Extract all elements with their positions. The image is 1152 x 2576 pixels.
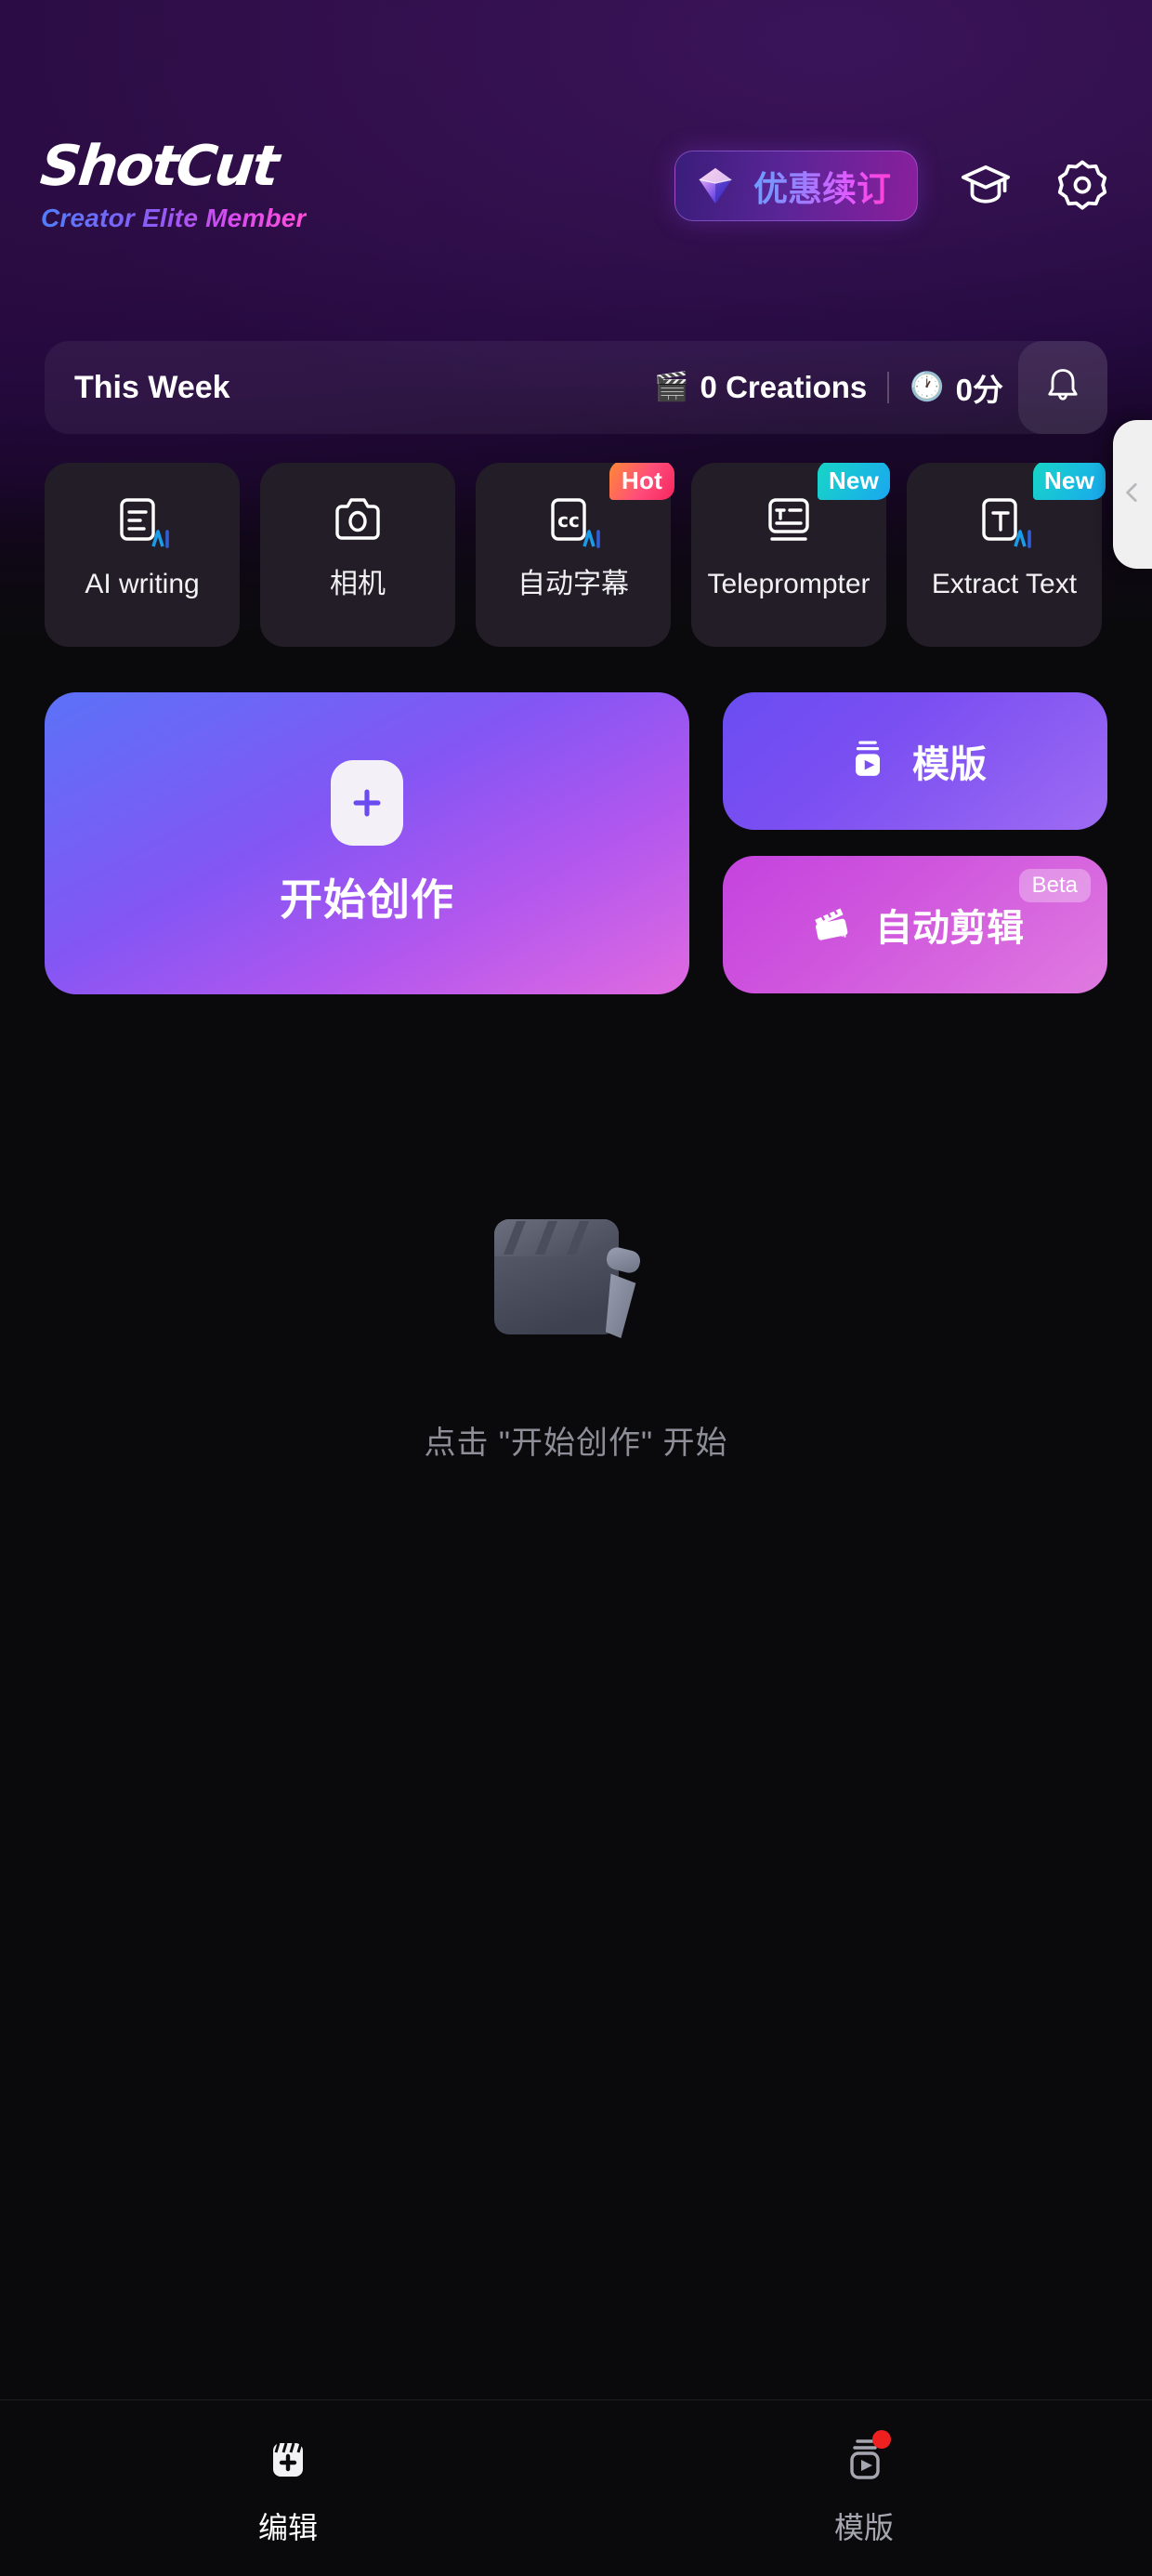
tutorial-button[interactable] (957, 157, 1015, 215)
side-panel-pull-tab[interactable] (1113, 420, 1152, 569)
start-creating-label: 开始创作 (280, 874, 454, 924)
chip-camera[interactable]: 相机 (260, 463, 455, 647)
bell-icon (1042, 365, 1083, 411)
nav-label: 模版 (833, 2510, 894, 2544)
chip-extract-text[interactable]: New Extract Text (907, 463, 1106, 647)
ai-writing-icon (112, 491, 172, 558)
badge-new: New (1032, 463, 1106, 500)
camera-icon (328, 491, 387, 558)
auto-edit-label: 自动剪辑 (875, 908, 1024, 949)
stats-divider (887, 372, 890, 403)
chip-label: Extract Text (931, 569, 1078, 599)
weekly-stats-bar[interactable]: This Week 🎬 0 Creations 🕐 0分 (45, 341, 1107, 434)
template-play-icon (844, 735, 892, 788)
creations-stat: 🎬 0 Creations (654, 370, 867, 405)
brand-block: ShotCut Creator Elite Member (37, 134, 307, 233)
stats-period-label: This Week (74, 369, 230, 405)
chip-label: Teleprompter (707, 569, 871, 599)
notification-button[interactable] (1018, 341, 1107, 434)
nav-item-edit[interactable]: 编辑 (0, 2400, 576, 2576)
bottom-navigation: 编辑 模版 (0, 2399, 1152, 2576)
auto-edit-icon (806, 899, 855, 952)
nav-item-template[interactable]: 模版 (576, 2400, 1152, 2576)
template-play-icon (835, 2429, 893, 2488)
clapperboard-3d-icon (474, 1199, 678, 1380)
empty-state-text: 点击 "开始创作" 开始 (424, 1426, 728, 1461)
subscribe-label: 优惠续订 (753, 161, 891, 211)
teleprompter-icon (759, 491, 818, 558)
badge-hot: Hot (609, 463, 674, 500)
feature-chip-row[interactable]: AI writing 相机 Hot cc 自动字幕 New Teleprompt… (45, 463, 1152, 647)
empty-state: 点击 "开始创作" 开始 (0, 1199, 1152, 1463)
primary-actions: 开始创作 模版 Beta 自动剪辑 (45, 692, 1107, 994)
extract-text-icon (975, 491, 1034, 558)
chip-teleprompter[interactable]: New Teleprompter (691, 463, 890, 647)
template-card[interactable]: 模版 (723, 692, 1107, 830)
edit-clapper-plus-icon (259, 2430, 317, 2488)
top-bar-actions: 优惠续订 (674, 151, 1111, 221)
subscribe-button[interactable]: 优惠续订 (674, 151, 918, 221)
gem-icon (694, 164, 737, 207)
top-bar: ShotCut Creator Elite Member 优惠续订 (0, 130, 1152, 242)
duration-stat: 🕐 0分 (910, 365, 1003, 410)
chip-label: 自动字幕 (517, 569, 629, 599)
app-logo: ShotCut (37, 134, 281, 199)
gear-icon (1055, 157, 1109, 216)
nav-label: 编辑 (257, 2510, 318, 2544)
plus-icon (331, 759, 403, 846)
chip-auto-subtitle[interactable]: Hot cc 自动字幕 (476, 463, 674, 647)
chip-label: AI writing (85, 569, 200, 599)
notification-dot (872, 2429, 891, 2449)
svg-text:cc: cc (557, 509, 580, 532)
chevron-left-icon (1120, 480, 1145, 509)
clock-emoji-icon: 🕐 (910, 372, 945, 402)
badge-new: New (817, 463, 890, 500)
settings-button[interactable] (1054, 157, 1111, 215)
template-label: 模版 (912, 744, 987, 785)
start-creating-card[interactable]: 开始创作 (45, 692, 689, 994)
duration-value: 0分 (955, 373, 1003, 407)
membership-label: Creator Elite Member (41, 204, 307, 232)
stats-values: 🎬 0 Creations 🕐 0分 (654, 365, 1018, 410)
creations-count: 0 Creations (700, 370, 868, 404)
auto-edit-card[interactable]: Beta 自动剪辑 (723, 856, 1107, 993)
clapperboard-emoji-icon: 🎬 (654, 372, 689, 402)
graduation-cap-icon (959, 157, 1013, 216)
beta-badge: Beta (1018, 869, 1091, 902)
app-screen: ShotCut Creator Elite Member 优惠续订 This W… (0, 0, 1152, 2576)
chip-label: 相机 (330, 569, 386, 599)
chip-ai-writing[interactable]: AI writing (45, 463, 240, 647)
secondary-actions: 模版 Beta 自动剪辑 (723, 692, 1107, 994)
cc-ai-icon: cc (543, 491, 603, 558)
